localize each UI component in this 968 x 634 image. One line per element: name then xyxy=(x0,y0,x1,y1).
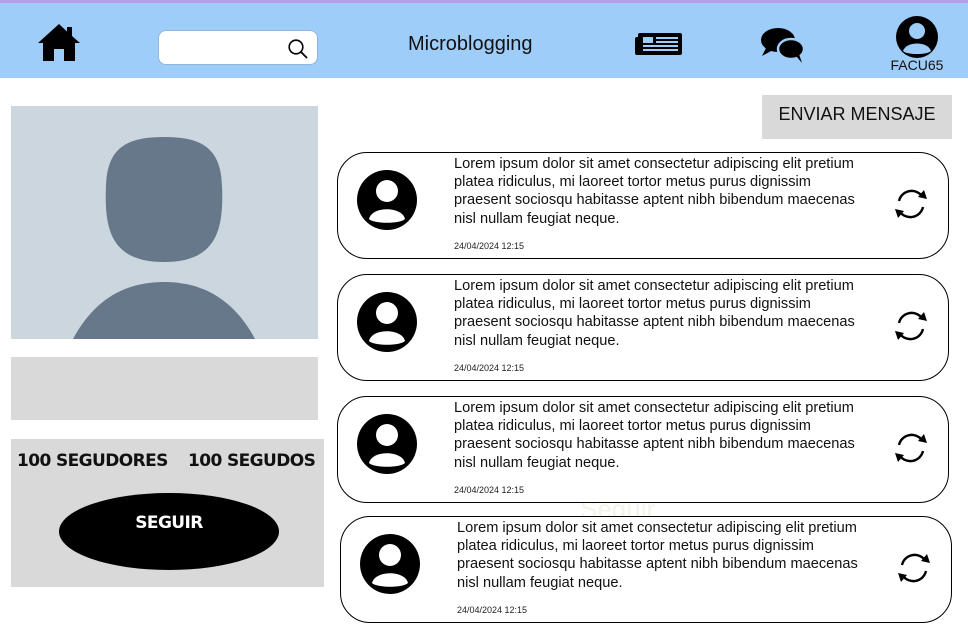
repost-icon[interactable] xyxy=(891,428,931,468)
repost-icon[interactable] xyxy=(891,306,931,346)
post-text: Lorem ipsum dolor sit amet consectetur a… xyxy=(454,156,855,227)
post-card: Lorem ipsum dolor sit amet consectetur a… xyxy=(340,516,952,623)
post-card: Lorem ipsum dolor sit amet consectetur a… xyxy=(337,396,949,503)
user-circle-icon xyxy=(896,16,938,58)
profile-stats-panel: 100 SEGUDORES 100 SEGUDOS SEGUIR xyxy=(11,439,324,587)
following-count[interactable]: 100 SEGUDOS xyxy=(188,451,316,471)
home-icon xyxy=(38,24,80,61)
top-bar: Microblogging FACU65 xyxy=(0,0,968,78)
post-card: Lorem ipsum dolor sit amet consectetur a… xyxy=(337,274,949,381)
repost-icon[interactable] xyxy=(891,184,931,224)
search-box[interactable] xyxy=(158,30,318,65)
user-avatar-icon xyxy=(357,414,417,474)
user-avatar-icon xyxy=(357,292,417,352)
user-profile-button[interactable]: FACU65 xyxy=(882,15,952,77)
messages-button[interactable] xyxy=(758,23,808,67)
home-button[interactable] xyxy=(36,21,82,65)
followers-count[interactable]: 100 SEGUDORES xyxy=(17,451,168,471)
repost-icon[interactable] xyxy=(894,548,934,588)
follow-button-label: SEGUIR xyxy=(135,513,203,533)
newspaper-icon xyxy=(635,33,682,55)
feed-button[interactable] xyxy=(634,29,684,59)
search-icon[interactable] xyxy=(287,38,308,59)
post-date: 24/04/2024 12:15 xyxy=(457,605,528,615)
avatar-silhouette-icon xyxy=(73,137,255,339)
username-label: FACU65 xyxy=(890,57,944,73)
app-title: Microblogging xyxy=(408,33,533,55)
post-date: 24/04/2024 12:15 xyxy=(454,241,525,251)
user-avatar-icon xyxy=(357,170,417,230)
post-text: Lorem ipsum dolor sit amet consectetur a… xyxy=(454,400,855,471)
profile-photo xyxy=(11,106,318,339)
post-text: Lorem ipsum dolor sit amet consectetur a… xyxy=(457,520,858,591)
follow-button[interactable]: SEGUIR xyxy=(59,493,279,570)
post-date: 24/04/2024 12:15 xyxy=(454,363,525,373)
post-text: Lorem ipsum dolor sit amet consectetur a… xyxy=(454,278,855,349)
profile-bio xyxy=(11,357,318,420)
chat-bubbles-icon xyxy=(761,28,806,63)
post-date: 24/04/2024 12:15 xyxy=(454,485,525,495)
send-message-button[interactable]: ENVIAR MENSAJE xyxy=(762,95,952,139)
post-card: Lorem ipsum dolor sit amet consectetur a… xyxy=(337,152,949,259)
search-input[interactable] xyxy=(167,38,285,58)
user-avatar-icon xyxy=(360,534,420,594)
